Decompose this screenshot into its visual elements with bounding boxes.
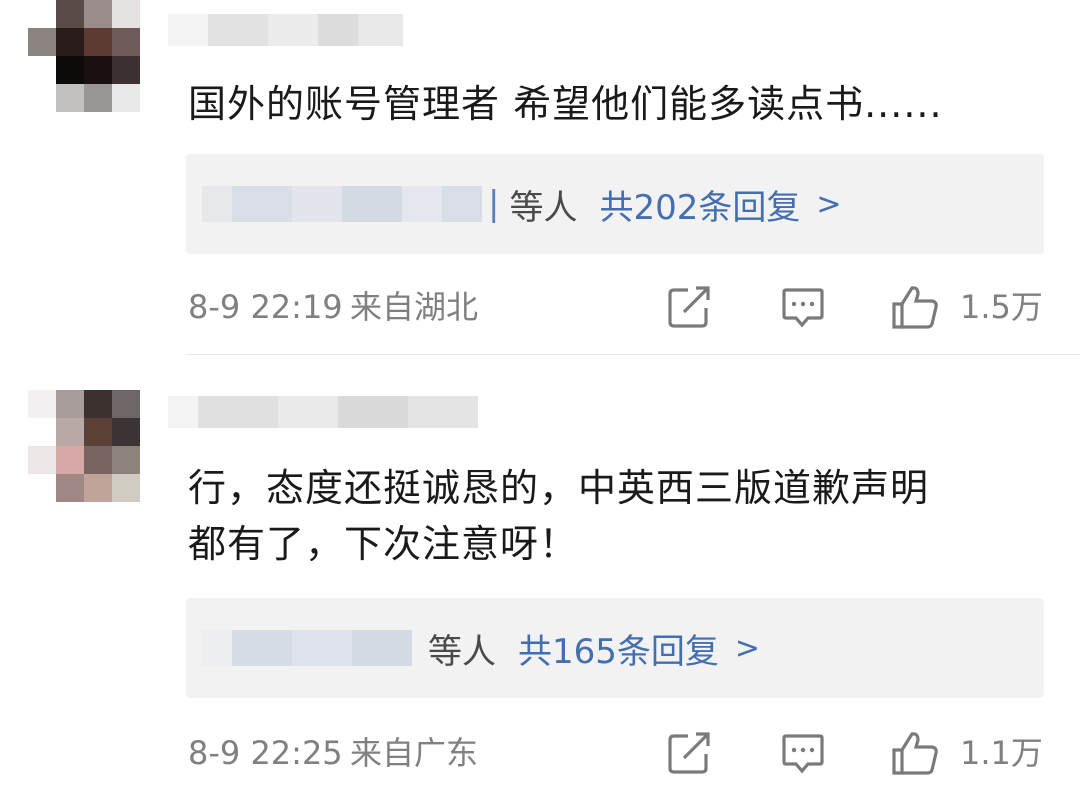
reply-others-label: 等人	[509, 187, 578, 228]
reply-summary[interactable]: | 等人 共202条回复 >	[186, 154, 1044, 254]
thumbs-up-icon[interactable]	[890, 284, 940, 338]
like-count: 1.1万	[960, 734, 1043, 772]
comment-location: 来自湖北	[350, 288, 479, 326]
reply-usernames-blurred[interactable]	[202, 630, 412, 666]
reply-count-link[interactable]: 共165条回复	[518, 624, 719, 673]
username-blurred[interactable]	[168, 396, 478, 436]
comment-text: 国外的账号管理者 希望他们能多读点书......	[188, 82, 943, 126]
like-count: 1.5万	[960, 288, 1043, 326]
share-edit-icon[interactable]	[666, 284, 712, 338]
reply-separator: |	[488, 184, 500, 224]
comment-bubble-icon[interactable]	[780, 730, 826, 784]
comment-location: 来自广东	[350, 734, 479, 772]
divider	[186, 354, 1080, 355]
comment-footer: 8-9 22:25 来自广东 1.1万	[188, 728, 1048, 778]
username-blurred[interactable]	[168, 14, 403, 54]
chevron-right-icon[interactable]: >	[735, 631, 760, 666]
share-edit-icon[interactable]	[666, 730, 712, 784]
comment-text: 行，态度还挺诚恳的，中英西三版道歉声明 都有了，下次注意呀！	[188, 466, 930, 566]
avatar[interactable]	[28, 0, 140, 112]
comment-time: 8-9 22:25	[188, 734, 343, 772]
reply-summary[interactable]: 等人 共165条回复 >	[186, 598, 1044, 698]
avatar[interactable]	[28, 390, 140, 502]
comment-bubble-icon[interactable]	[780, 284, 826, 338]
reply-usernames-blurred[interactable]	[202, 186, 482, 222]
comment-footer: 8-9 22:19 来自湖北 1.5万	[188, 282, 1048, 332]
comment-item: 行，态度还挺诚恳的，中英西三版道歉声明 都有了，下次注意呀！ 等人 共165条回…	[0, 360, 1080, 804]
chevron-right-icon[interactable]: >	[816, 187, 841, 222]
comment-time: 8-9 22:19	[188, 288, 343, 326]
thumbs-up-icon[interactable]	[890, 730, 940, 784]
reply-others-label: 等人	[428, 631, 496, 672]
comment-item: 国外的账号管理者 希望他们能多读点书...... | 等人 共202条回复 > …	[0, 0, 1080, 356]
reply-count-link[interactable]: 共202条回复	[599, 180, 800, 229]
